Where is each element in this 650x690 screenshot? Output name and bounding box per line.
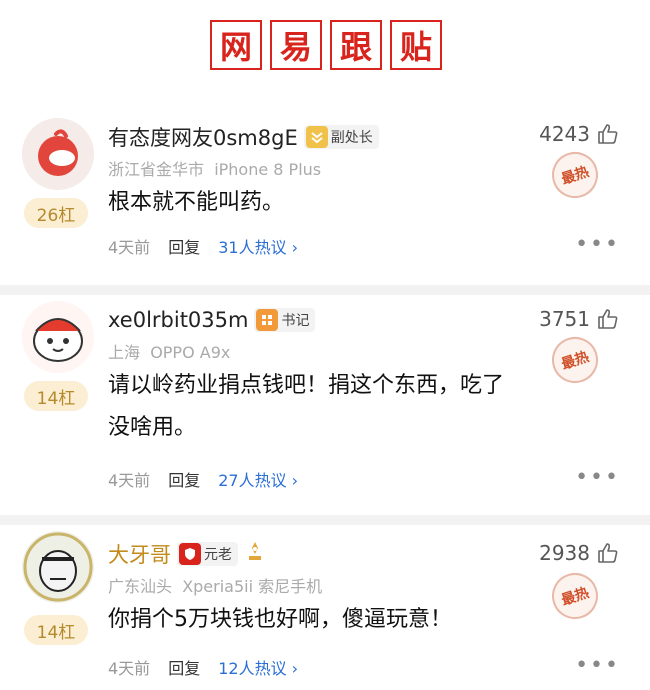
thumbs-up-icon bbox=[598, 309, 618, 329]
timestamp: 4天前 bbox=[108, 238, 151, 257]
divider bbox=[0, 285, 650, 295]
username[interactable]: xe0lrbit035m bbox=[108, 308, 248, 332]
rank-label: 元老 bbox=[204, 547, 232, 563]
location-device: 浙江省金华市 iPhone 8 Plus bbox=[108, 156, 321, 180]
chevron-right-icon: › bbox=[291, 238, 299, 257]
username[interactable]: 大牙哥 bbox=[108, 539, 171, 569]
more-dots-icon[interactable]: ••• bbox=[575, 465, 620, 490]
floor-badge: 26杠 bbox=[24, 198, 88, 228]
location: 上海 bbox=[108, 343, 141, 362]
avatar-image bbox=[22, 531, 94, 603]
like-control[interactable]: 2938 bbox=[539, 541, 620, 565]
timestamp: 4天前 bbox=[108, 471, 151, 490]
avatar[interactable] bbox=[22, 531, 94, 603]
comment-actions: 4天前 回复 31人热议 › bbox=[108, 234, 298, 258]
chevron-right-icon: › bbox=[291, 659, 299, 678]
reply-button[interactable]: 回复 bbox=[168, 655, 200, 679]
title-char: 跟 bbox=[330, 20, 382, 70]
more-dots-icon[interactable]: ••• bbox=[575, 232, 620, 257]
rank-shield-icon bbox=[179, 543, 201, 565]
device: Xperia5ii 索尼手机 bbox=[182, 577, 323, 596]
name-row: 大牙哥 元老 bbox=[108, 539, 266, 569]
rank-badge: 元老 bbox=[177, 542, 238, 566]
hot-discuss-link[interactable]: 12人热议 › bbox=[218, 655, 298, 679]
comment-item: 14杠 xe0lrbit035m 书记 上海 OPPO A9x 请以岭药业捐点钱… bbox=[0, 295, 650, 515]
rank-chevron-icon bbox=[305, 126, 328, 148]
more-dots-icon[interactable]: ••• bbox=[575, 653, 620, 678]
comment-content: 请以岭药业捐点钱吧！捐这个东西，吃了 没啥用。 bbox=[108, 365, 608, 449]
thumbs-up-icon bbox=[598, 543, 618, 563]
comment-item: 14杠 大牙哥 元老 广东汕头 Xperia5ii 索尼手机 你捐个5万块钱也好… bbox=[0, 525, 650, 690]
name-row: 有态度网友0sm8gE 副处长 bbox=[108, 122, 379, 152]
reply-button[interactable]: 回复 bbox=[168, 467, 200, 491]
floor-badge: 14杠 bbox=[24, 615, 88, 645]
comment-item: 26杠 有态度网友0sm8gE 副处长 浙江省金华市 iPhone 8 Plus… bbox=[0, 110, 650, 285]
hot-discuss-link[interactable]: 27人热议 › bbox=[218, 467, 298, 491]
crown-medal-icon bbox=[244, 540, 266, 568]
location-device: 广东汕头 Xperia5ii 索尼手机 bbox=[108, 573, 322, 597]
hot-discuss-label: 27人热议 bbox=[218, 471, 287, 490]
avatar-image bbox=[22, 301, 94, 373]
avatar-image bbox=[22, 118, 94, 190]
rank-badge: 副处长 bbox=[303, 125, 379, 149]
comment-content: 你捐个5万块钱也好啊，傻逼玩意！ bbox=[108, 607, 452, 632]
location: 广东汕头 bbox=[108, 577, 173, 596]
chevron-right-icon: › bbox=[291, 471, 299, 490]
hot-discuss-label: 12人热议 bbox=[218, 659, 287, 678]
like-control[interactable]: 3751 bbox=[539, 307, 620, 331]
title-char: 易 bbox=[270, 20, 322, 70]
comment-actions: 4天前 回复 12人热议 › bbox=[108, 655, 298, 679]
device: iPhone 8 Plus bbox=[214, 160, 322, 179]
title-char: 网 bbox=[210, 20, 262, 70]
rank-grid-icon bbox=[256, 309, 279, 331]
rank-label: 副处长 bbox=[330, 130, 373, 146]
location-device: 上海 OPPO A9x bbox=[108, 339, 230, 363]
like-count: 3751 bbox=[539, 307, 590, 331]
comment-content: 根本就不能叫药。 bbox=[108, 190, 285, 215]
rank-badge: 书记 bbox=[254, 308, 316, 332]
avatar[interactable] bbox=[22, 118, 94, 190]
hot-discuss-link[interactable]: 31人热议 › bbox=[218, 234, 298, 258]
like-control[interactable]: 4243 bbox=[539, 122, 620, 146]
username[interactable]: 有态度网友0sm8gE bbox=[108, 122, 298, 152]
title-char: 贴 bbox=[390, 20, 442, 70]
name-row: xe0lrbit035m 书记 bbox=[108, 305, 316, 335]
thumbs-up-icon bbox=[598, 124, 618, 144]
avatar[interactable] bbox=[22, 301, 94, 373]
divider bbox=[0, 515, 650, 525]
comment-content-line: 没啥用。 bbox=[108, 415, 197, 440]
comment-actions: 4天前 回复 27人热议 › bbox=[108, 467, 298, 491]
floor-badge: 14杠 bbox=[24, 381, 88, 411]
device: OPPO A9x bbox=[150, 343, 231, 362]
reply-button[interactable]: 回复 bbox=[168, 234, 200, 258]
page-header: 网 易 跟 贴 bbox=[0, 0, 650, 100]
page-title: 网 易 跟 贴 bbox=[210, 20, 442, 70]
comment-content-line: 请以岭药业捐点钱吧！捐这个东西，吃了 bbox=[108, 373, 505, 398]
location: 浙江省金华市 bbox=[108, 160, 205, 179]
like-count: 2938 bbox=[539, 541, 590, 565]
timestamp: 4天前 bbox=[108, 659, 151, 678]
rank-label: 书记 bbox=[281, 313, 310, 329]
hot-discuss-label: 31人热议 bbox=[218, 238, 287, 257]
like-count: 4243 bbox=[539, 122, 590, 146]
